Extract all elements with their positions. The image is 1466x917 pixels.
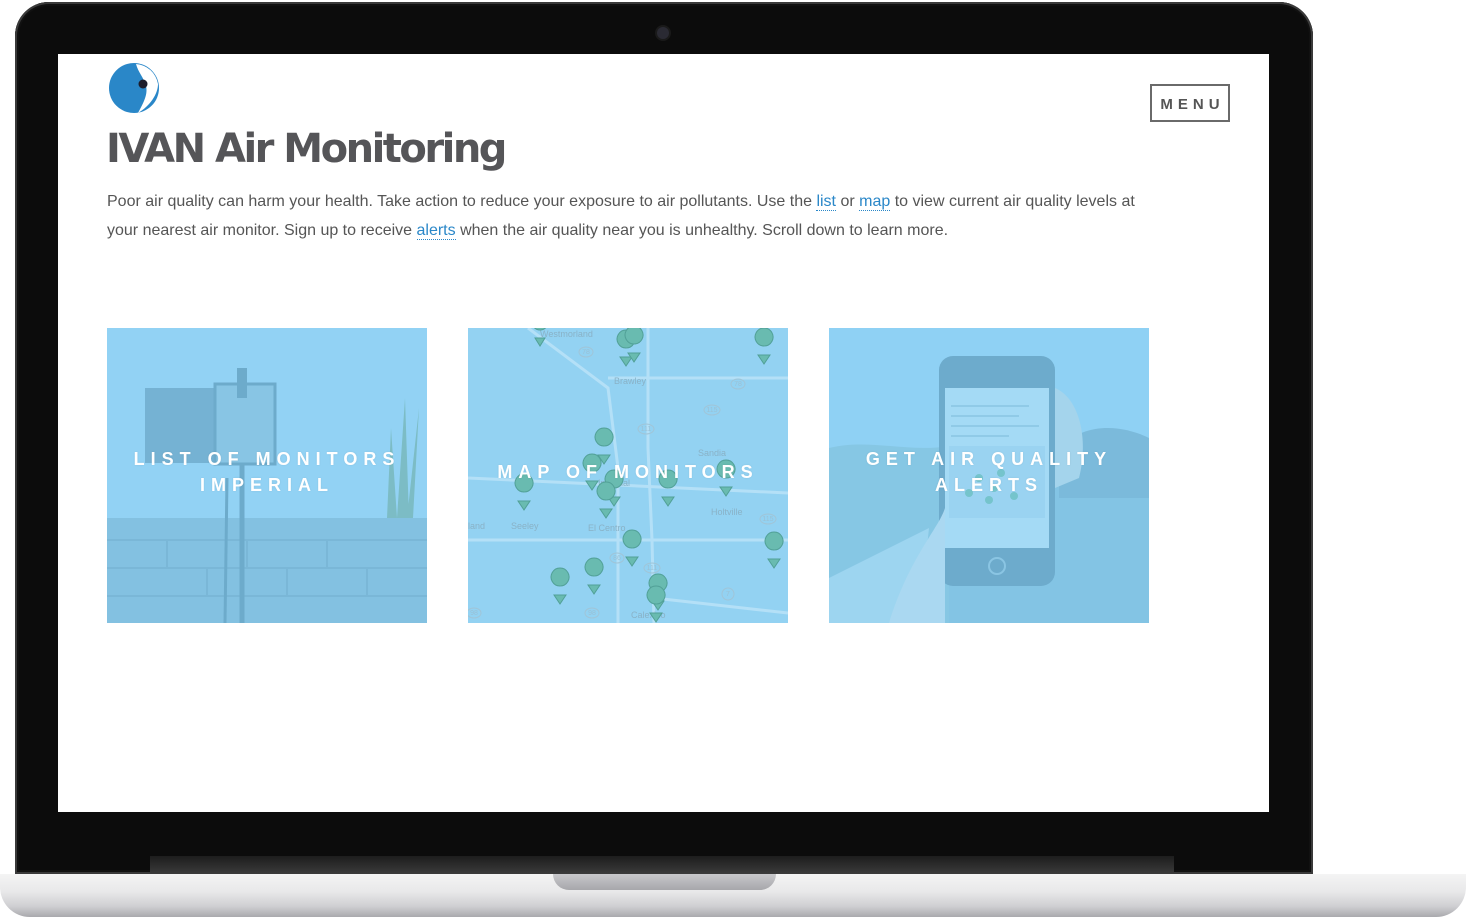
browser-page: IVAN Air Monitoring MENU Poor air qualit… <box>58 54 1269 812</box>
get-air-quality-alerts-tile[interactable]: GET AIR QUALITY ALERTS <box>829 328 1149 623</box>
laptop-notch <box>553 874 776 890</box>
ivan-drop-logo-icon[interactable] <box>108 62 160 114</box>
map-of-monitors-tile[interactable]: Westmorland Brawley Imperial El Centro S… <box>468 328 788 623</box>
tile-label-line: ALERTS <box>935 475 1043 495</box>
tile-label-line: IMPERIAL <box>199 475 334 495</box>
intro-text: when the air quality near you is unhealt… <box>455 221 949 239</box>
laptop-hinge <box>150 856 1174 874</box>
list-link[interactable]: list <box>816 193 836 211</box>
menu-button[interactable]: MENU <box>1150 84 1230 122</box>
alerts-link[interactable]: alerts <box>416 221 456 240</box>
tile-label-line: GET AIR QUALITY <box>865 449 1113 469</box>
intro-paragraph: Poor air quality can harm your health. T… <box>107 188 1147 245</box>
tile-label: LIST OF MONITORS IMPERIAL <box>107 446 427 498</box>
map-link[interactable]: map <box>859 193 891 211</box>
list-of-monitors-tile[interactable]: LIST OF MONITORS IMPERIAL <box>107 328 427 623</box>
intro-text: or <box>836 193 860 210</box>
intro-text: Poor air quality can harm your health. T… <box>107 193 817 210</box>
page-title: IVAN Air Monitoring <box>106 126 507 172</box>
tile-label: MAP OF MONITORS <box>468 459 788 485</box>
webcam-icon <box>657 27 669 39</box>
tile-label: GET AIR QUALITY ALERTS <box>829 446 1149 498</box>
tile-label-line: MAP OF MONITORS <box>497 462 759 482</box>
tile-label-line: LIST OF MONITORS <box>133 449 401 469</box>
